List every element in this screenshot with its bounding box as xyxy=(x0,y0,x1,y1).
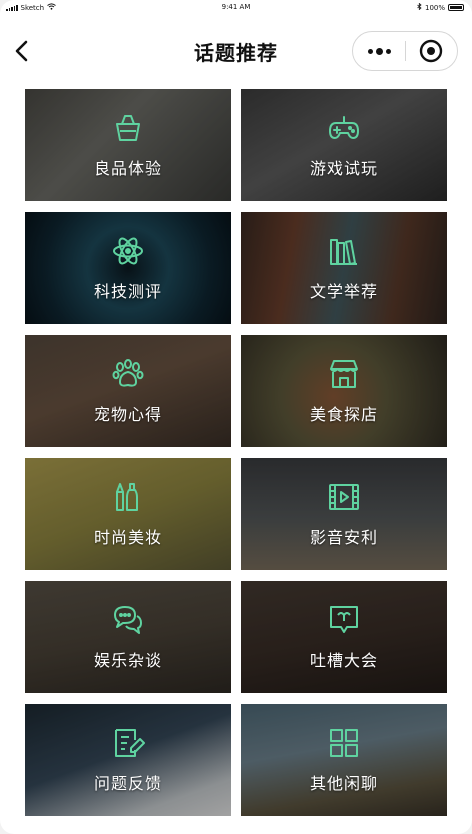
gamepad-icon xyxy=(327,111,361,145)
status-right: 100% xyxy=(417,2,464,12)
more-dot-icon xyxy=(375,47,383,55)
topic-card[interactable]: 影音安利 xyxy=(241,458,447,570)
atom-icon xyxy=(111,234,145,268)
mini-program-capsule xyxy=(352,31,458,71)
cosmetics-icon xyxy=(111,480,145,514)
topic-card[interactable]: 时尚美妆 xyxy=(25,458,231,570)
topic-label: 娱乐杂谈 xyxy=(93,651,162,670)
topic-card[interactable]: 美食探店 xyxy=(241,335,447,447)
topic-card[interactable]: 文学举荐 xyxy=(241,212,447,324)
film-icon xyxy=(327,480,361,514)
status-bar: Sketch 9:41 AM 100% xyxy=(0,0,472,14)
battery-icon xyxy=(448,4,464,11)
topic-grid: 良品体验 游戏试玩 科技测评 文学举荐 宠物心得 美食探店 时尚美妆 影音安利 … xyxy=(25,89,448,816)
storefront-icon xyxy=(327,357,361,391)
topic-card[interactable]: 娱乐杂谈 xyxy=(25,581,231,693)
bluetooth-icon xyxy=(417,2,422,12)
topic-card[interactable]: 游戏试玩 xyxy=(241,89,447,201)
topic-label: 宠物心得 xyxy=(93,405,162,424)
message-board-icon xyxy=(327,603,361,637)
topic-label: 文学举荐 xyxy=(309,282,378,301)
topic-label: 吐槽大会 xyxy=(309,651,378,670)
more-dot-icon xyxy=(385,48,391,54)
phone-screen: Sketch 9:41 AM 100% 话题推荐 良品体验 游戏试玩 科技测评 … xyxy=(0,0,472,834)
basket-icon xyxy=(111,111,145,145)
topic-card[interactable]: 宠物心得 xyxy=(25,335,231,447)
topic-card[interactable]: 科技测评 xyxy=(25,212,231,324)
target-close-icon xyxy=(419,39,443,63)
topic-label: 影音安利 xyxy=(309,528,378,547)
paw-icon xyxy=(111,357,145,391)
more-dot-icon xyxy=(367,48,373,54)
grid-icon xyxy=(327,726,361,760)
topic-label: 其他闲聊 xyxy=(309,774,378,793)
close-button[interactable] xyxy=(405,32,457,70)
topic-label: 时尚美妆 xyxy=(93,528,162,547)
topic-card[interactable]: 吐槽大会 xyxy=(241,581,447,693)
more-button[interactable] xyxy=(353,32,405,70)
chat-bubbles-icon xyxy=(111,603,145,637)
topic-card[interactable]: 良品体验 xyxy=(25,89,231,201)
topic-card[interactable]: 问题反馈 xyxy=(25,704,231,816)
books-icon xyxy=(327,234,361,268)
topic-label: 良品体验 xyxy=(93,159,162,178)
topic-card[interactable]: 其他闲聊 xyxy=(241,704,447,816)
topic-label: 问题反馈 xyxy=(93,774,162,793)
navigation-bar: 话题推荐 xyxy=(0,24,472,80)
feedback-icon xyxy=(111,726,145,760)
topic-label: 美食探店 xyxy=(309,405,378,424)
status-time: 9:41 AM xyxy=(221,3,251,11)
topic-label: 科技测评 xyxy=(93,282,162,301)
topic-label: 游戏试玩 xyxy=(309,159,378,178)
battery-percent: 100% xyxy=(424,3,445,12)
